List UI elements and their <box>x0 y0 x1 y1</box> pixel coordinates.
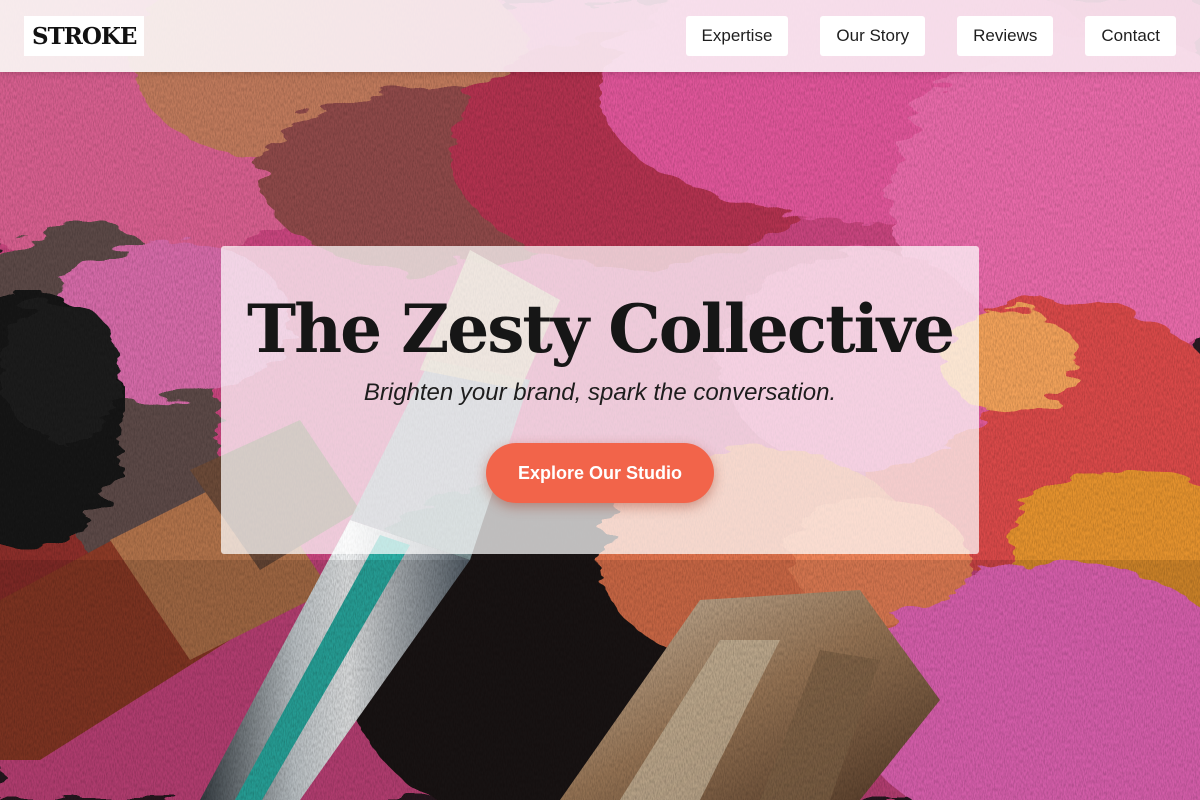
main-nav: Expertise Our Story Reviews Contact <box>685 16 1176 56</box>
site-header: STROKE Expertise Our Story Reviews Conta… <box>0 0 1200 72</box>
page: STROKE Expertise Our Story Reviews Conta… <box>0 0 1200 800</box>
nav-link-expertise[interactable]: Expertise <box>685 16 789 56</box>
hero-card: The Zesty Collective Brighten your brand… <box>221 246 979 554</box>
nav-link-reviews[interactable]: Reviews <box>957 16 1054 56</box>
nav-link-our-story[interactable]: Our Story <box>820 16 926 56</box>
explore-studio-button[interactable]: Explore Our Studio <box>485 443 714 503</box>
hero-tagline: Brighten your brand, spark the conversat… <box>363 379 837 406</box>
logo[interactable]: STROKE <box>24 16 145 56</box>
hero-title: The Zesty Collective <box>247 290 955 368</box>
nav-link-contact[interactable]: Contact <box>1085 16 1176 56</box>
